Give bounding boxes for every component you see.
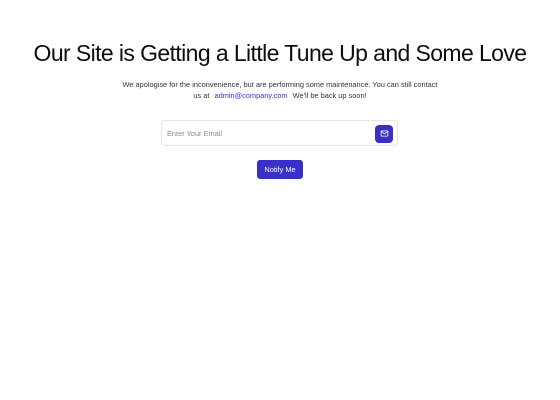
page-title: Our Site is Getting a Little Tune Up and… — [33, 40, 528, 66]
mail-submit-button[interactable] — [375, 124, 393, 143]
maintenance-page: Our Site is Getting a Little Tune Up and… — [0, 0, 560, 400]
maintenance-description: We apologise for the inconvenience, but … — [120, 80, 440, 101]
contact-email-link[interactable]: admin@company.com — [214, 91, 287, 100]
description-closing: We'll be back up soon! — [292, 90, 367, 100]
notify-me-button[interactable]: Notify Me — [257, 160, 303, 179]
email-subscribe-form — [161, 120, 398, 146]
email-input[interactable] — [166, 125, 367, 141]
mail-icon — [380, 129, 389, 138]
